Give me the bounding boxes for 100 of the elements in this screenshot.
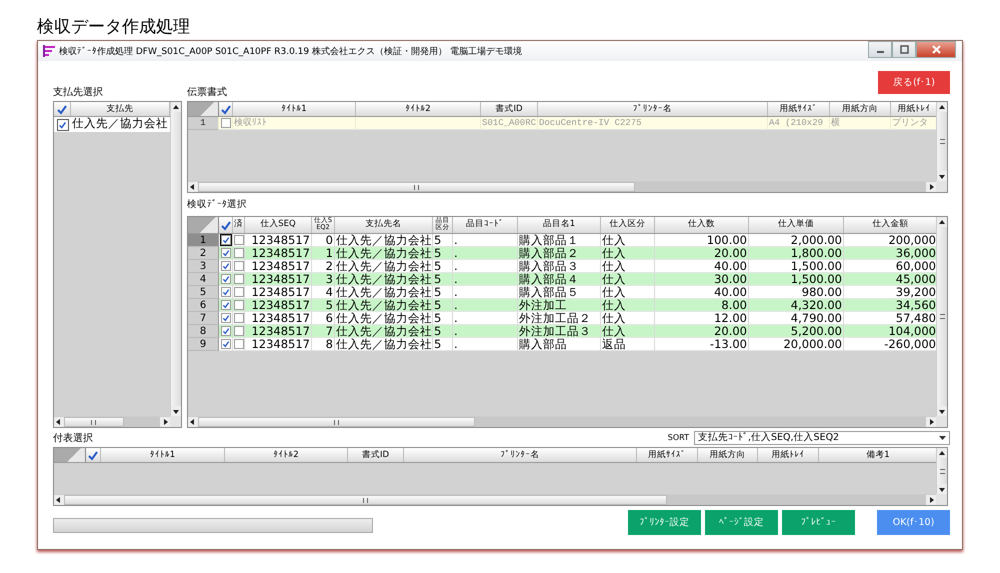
check-icon <box>87 450 99 460</box>
column-header[interactable]: 仕入単価 <box>749 217 844 233</box>
row-number[interactable]: 4 <box>188 273 219 286</box>
column-header[interactable]: 仕入数 <box>655 217 749 233</box>
checkbox[interactable] <box>220 326 230 336</box>
maximize-button[interactable] <box>892 41 916 58</box>
checkbox[interactable] <box>234 261 244 271</box>
checkbox[interactable] <box>220 287 230 297</box>
section-label: 付表選択 <box>53 432 93 444</box>
table-cell: S01C_A00RC <box>481 117 538 130</box>
row-number[interactable]: 3 <box>188 260 219 273</box>
checkbox[interactable] <box>234 326 244 336</box>
checkbox[interactable] <box>234 339 244 349</box>
app-icon <box>43 45 55 57</box>
column-header[interactable]: ﾀｲﾄﾙ1 <box>101 448 225 462</box>
column-header[interactable]: 用紙ｻｲｽﾞ <box>637 448 698 462</box>
table-cell: 8 <box>312 338 335 351</box>
corner-cell[interactable] <box>188 102 219 116</box>
column-header[interactable]: 用紙ｻｲｽﾞ <box>768 102 830 116</box>
column-header[interactable]: 品目名1 <box>518 217 601 233</box>
table-cell: 横 <box>830 117 891 130</box>
sort-label: SORT <box>668 433 689 442</box>
row-number[interactable]: 1 <box>188 117 219 130</box>
table-cell-text: 仕入先／協力会社 <box>71 117 169 132</box>
checkbox[interactable] <box>220 339 230 349</box>
checkbox[interactable] <box>234 235 244 245</box>
column-header[interactable]: 用紙方向 <box>698 448 758 462</box>
checkbox[interactable] <box>234 300 244 310</box>
table-cell: -13.00 <box>655 338 749 351</box>
table-cell: 20,000.00 <box>749 338 844 351</box>
check-icon <box>220 104 232 114</box>
table-cell: 12348517 <box>245 338 312 351</box>
checkbox[interactable] <box>220 261 230 271</box>
checkbox[interactable] <box>220 235 230 245</box>
table-cell: DocuCentre-IV C2275 <box>538 117 768 130</box>
checkbox[interactable] <box>234 248 244 258</box>
scrollbar-corner <box>936 181 947 192</box>
scrollbar-corner <box>936 494 947 505</box>
checkbox[interactable] <box>220 248 230 258</box>
check-icon <box>56 104 68 114</box>
window-title: 検収ﾃﾞｰﾀ作成処理 DFW_S01C_A00P S01C_A10PF R3.0.19 株式会社エクス（検証・開発用） 電脳工場デモ環境 <box>59 46 523 58</box>
column-header[interactable]: ﾀｲﾄﾙ2 <box>356 102 481 116</box>
back-button[interactable]: 戻る(f･1) <box>878 71 950 94</box>
corner-cell[interactable] <box>188 217 219 233</box>
scrollbar-corner <box>170 416 181 427</box>
maximize-icon <box>900 45 908 54</box>
check-icon <box>220 220 232 230</box>
caret-icon <box>939 436 946 440</box>
row-number[interactable]: 1 <box>188 234 219 247</box>
horizontal-scrollbar[interactable] <box>54 416 170 427</box>
vertical-scrollbar[interactable] <box>170 102 181 416</box>
close-icon <box>932 45 940 54</box>
row-number[interactable]: 5 <box>188 286 219 299</box>
checkbox[interactable] <box>220 118 230 128</box>
section-label: 検収ﾃﾞｰﾀ選択 <box>187 198 248 212</box>
column-header[interactable]: ﾌﾟﾘﾝﾀｰ名 <box>538 102 768 116</box>
column-header[interactable]: 仕入区分 <box>601 217 655 233</box>
column-header[interactable]: 支払先名 <box>335 217 433 233</box>
row-number[interactable]: 2 <box>188 247 219 260</box>
table-cell: 返品 <box>601 338 655 351</box>
sort-dropdown[interactable]: 支払先ｺｰﾄﾞ,仕入SEQ,仕入SEQ2 <box>694 430 950 444</box>
column-header[interactable]: 書式ID <box>348 448 404 462</box>
row-number[interactable]: 6 <box>188 299 219 312</box>
row-number[interactable]: 7 <box>188 312 219 325</box>
column-header[interactable]: 仕入SEQ <box>245 217 312 233</box>
checkbox[interactable] <box>234 313 244 323</box>
column-header[interactable]: 品目ｺｰﾄﾞ <box>453 217 518 233</box>
column-header[interactable]: ﾀｲﾄﾙ2 <box>225 448 348 462</box>
table-cell: . <box>453 338 518 351</box>
column-header[interactable]: ﾀｲﾄﾙ1 <box>233 102 356 116</box>
horizontal-scrollbar[interactable] <box>54 494 936 505</box>
scrollbar-corner <box>936 416 947 427</box>
column-header[interactable]: 済 <box>233 217 245 233</box>
page-title: 検収データ作成処理 <box>37 16 191 39</box>
column-header[interactable]: 用紙方向 <box>830 102 891 116</box>
column-header[interactable]: ﾌﾟﾘﾝﾀｰ名 <box>404 448 637 462</box>
table-cell: A4 (210x29 <box>768 117 830 130</box>
horizontal-scrollbar[interactable] <box>188 416 936 427</box>
row-number[interactable]: 9 <box>188 338 219 351</box>
row-number[interactable]: 8 <box>188 325 219 338</box>
close-button[interactable] <box>916 41 956 58</box>
vertical-scrollbar[interactable] <box>936 448 947 494</box>
table-cell: 購入部品 <box>518 338 601 351</box>
checkbox[interactable] <box>56 118 68 130</box>
column-header[interactable]: 書式ID <box>481 102 538 116</box>
vertical-scrollbar[interactable] <box>936 217 947 416</box>
section-label: 伝票書式 <box>187 86 227 99</box>
corner-cell[interactable] <box>54 448 86 462</box>
checkbox[interactable] <box>220 313 230 323</box>
table-cell: 5 <box>433 338 453 351</box>
horizontal-scrollbar[interactable] <box>188 181 936 192</box>
checkbox[interactable] <box>234 274 244 284</box>
minimize-button[interactable] <box>868 41 892 58</box>
table-cell: 仕入先／協力会社 <box>335 338 433 351</box>
vertical-scrollbar[interactable] <box>936 102 947 181</box>
checkbox[interactable] <box>234 287 244 297</box>
column-header[interactable]: 用紙ﾄﾚｲ <box>758 448 819 462</box>
table-cell: 検収ﾘｽﾄ <box>233 117 356 130</box>
checkbox[interactable] <box>220 274 230 284</box>
checkbox[interactable] <box>220 300 230 310</box>
